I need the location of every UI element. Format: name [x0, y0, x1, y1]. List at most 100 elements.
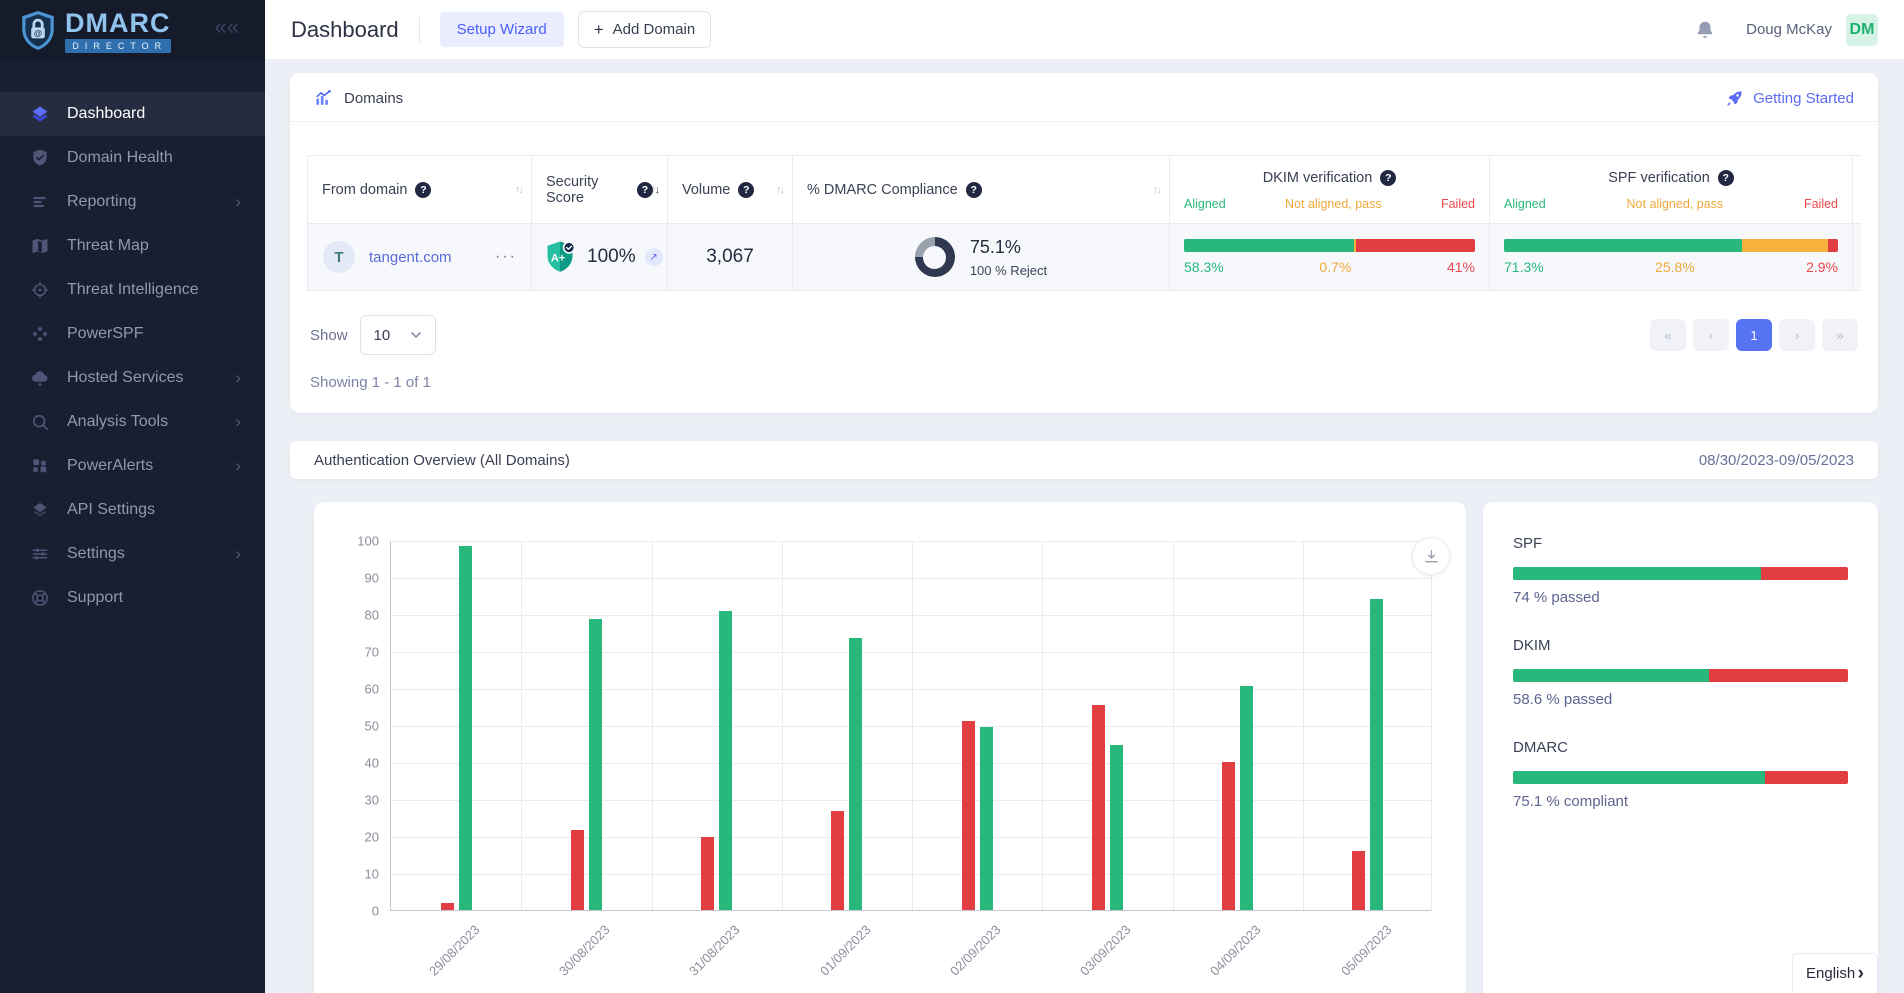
domains-table: From domain?↑↓Security Score?↑↓Volume?↑↓… — [307, 155, 1861, 291]
sidebar-item-poweralerts[interactable]: PowerAlerts› — [0, 444, 265, 488]
bar-pct-label: 41% — [1447, 259, 1475, 275]
pagination-button-4[interactable]: › — [1779, 319, 1815, 351]
setup-wizard-button[interactable]: Setup Wizard — [440, 12, 564, 47]
pagination-button-2[interactable]: ‹ — [1693, 319, 1729, 351]
column-label: SPF verification — [1608, 170, 1710, 186]
summary-progress-bar — [1513, 567, 1848, 580]
sidebar-item-threat-intelligence[interactable]: Threat Intelligence — [0, 268, 265, 312]
auth-overview-header: Authentication Overview (All Domains) 08… — [290, 441, 1878, 479]
sidebar-item-label: Threat Map — [67, 237, 149, 255]
chart-download-button[interactable] — [1412, 537, 1450, 575]
pagination-button-5[interactable]: » — [1822, 319, 1858, 351]
sidebar-item-support[interactable]: Support — [0, 576, 265, 620]
passed-bar — [719, 611, 732, 910]
sublabel: Failed — [1441, 197, 1475, 211]
sublabel: Not aligned, pass — [1285, 197, 1382, 211]
help-icon[interactable]: ? — [1718, 170, 1734, 186]
sidebar-item-domain-health[interactable]: Domain Health — [0, 136, 265, 180]
sidebar-item-analysis-tools[interactable]: Analysis Tools › — [0, 400, 265, 444]
bar-group — [521, 619, 651, 910]
sidebar-item-powerspf[interactable]: PowerSPF — [0, 312, 265, 356]
bar-group — [1303, 599, 1433, 910]
summary-value-text: 74 % passed — [1513, 589, 1848, 606]
help-icon[interactable]: ? — [966, 182, 982, 198]
x-axis-label: 30/08/2023 — [556, 922, 613, 979]
bar-group — [1173, 686, 1303, 910]
dashboard-diamond-icon — [30, 104, 50, 124]
diamond-icon — [30, 500, 50, 520]
date-range[interactable]: 08/30/2023-09/05/2023 — [1699, 452, 1854, 469]
help-icon[interactable]: ? — [415, 182, 431, 198]
domain-link[interactable]: tangent.com — [369, 249, 452, 266]
sliders-icon — [30, 544, 50, 564]
summary-progress-bar — [1513, 669, 1848, 682]
crosshair-icon — [30, 280, 50, 300]
column-header-2[interactable]: Security Score?↑↓ — [532, 156, 668, 223]
y-axis-tick: 90 — [365, 571, 379, 586]
pagination-button-3[interactable]: 1 — [1736, 319, 1772, 351]
bar-group — [1042, 705, 1172, 910]
sidebar-item-reporting[interactable]: Reporting › — [0, 180, 265, 224]
diamond-cluster-icon — [30, 324, 50, 344]
sidebar-item-label: Analysis Tools — [67, 413, 168, 431]
sidebar-item-hosted-services[interactable]: Hosted Services› — [0, 356, 265, 400]
help-icon[interactable]: ? — [1380, 170, 1396, 186]
security-score-value: 100% — [587, 246, 636, 268]
sidebar-item-label: Reporting — [67, 193, 136, 211]
auth-overview-chart-card: 010203040506070809010029/08/202330/08/20… — [314, 502, 1466, 993]
sidebar-collapse-icon[interactable]: «« — [215, 16, 239, 38]
chevron-right-icon: › — [235, 368, 241, 388]
lifebuoy-icon — [30, 588, 50, 608]
summary-label: DKIM — [1513, 637, 1848, 654]
column-header-4[interactable]: % DMARC Compliance?↑↓ — [793, 156, 1170, 223]
pagination: «‹1›» — [1650, 319, 1858, 351]
bar-group — [782, 638, 912, 910]
sort-icon[interactable]: ↑↓ — [776, 184, 783, 196]
external-link-icon[interactable]: ↗ — [645, 248, 663, 266]
sidebar-item-settings[interactable]: Settings› — [0, 532, 265, 576]
bar-pct-label: 58.3% — [1184, 259, 1224, 275]
sort-icon[interactable]: ↑↓ — [1153, 184, 1160, 196]
passed-bar — [1110, 745, 1123, 910]
avatar[interactable]: DM — [1846, 14, 1878, 46]
x-axis-label: 29/08/2023 — [426, 922, 483, 979]
spf-stacked-bar — [1504, 239, 1838, 252]
brand-title: DMARC — [65, 8, 171, 38]
chevron-right-icon: › — [235, 456, 241, 476]
notification-bell-icon[interactable] — [1694, 19, 1716, 41]
cell-dkim-verification: 58.3%0.7%41% — [1170, 224, 1490, 290]
sidebar-item-threat-map[interactable]: Threat Map — [0, 224, 265, 268]
failed-bar — [441, 903, 454, 910]
top-bar: Dashboard Setup Wizard +Add Domain Doug … — [265, 0, 1904, 60]
passed-bar — [589, 619, 602, 910]
cloud-icon — [30, 368, 50, 388]
sidebar-item-dashboard[interactable]: Dashboard — [0, 92, 265, 136]
passed-bar — [849, 638, 862, 910]
failed-bar — [701, 837, 714, 910]
sort-icon[interactable]: ↑↓ — [651, 184, 658, 196]
bar-pct-label: 2.9% — [1806, 259, 1838, 275]
sidebar-item-api-settings[interactable]: API Settings — [0, 488, 265, 532]
column-header-1[interactable]: From domain?↑↓ — [307, 156, 532, 223]
getting-started-link[interactable]: Getting Started — [1725, 89, 1854, 108]
page-size-select[interactable]: 10 — [360, 315, 436, 355]
bar-group — [652, 611, 782, 910]
y-axis-tick: 100 — [357, 534, 379, 549]
security-grade-shield-icon: A+ — [545, 240, 575, 274]
sort-icon[interactable]: ↑↓ — [515, 184, 522, 196]
chevron-right-icon: › — [235, 192, 241, 212]
domains-panel-title: Domains — [344, 90, 403, 107]
row-menu-icon[interactable]: ··· — [495, 248, 531, 266]
passed-bar — [459, 546, 472, 910]
language-selector[interactable]: English › — [1792, 953, 1878, 993]
column-header-3[interactable]: Volume?↑↓ — [668, 156, 793, 223]
help-icon[interactable]: ? — [738, 182, 754, 198]
user-name[interactable]: Doug McKay — [1746, 21, 1832, 38]
add-domain-button[interactable]: +Add Domain — [578, 11, 711, 48]
volume-value: 3,067 — [706, 246, 754, 268]
auth-overview-title: Authentication Overview (All Domains) — [314, 452, 570, 469]
chevron-right-icon: › — [235, 412, 241, 432]
pagination-button-1[interactable]: « — [1650, 319, 1686, 351]
y-axis-tick: 50 — [365, 719, 379, 734]
dkim-stacked-bar — [1184, 239, 1475, 252]
